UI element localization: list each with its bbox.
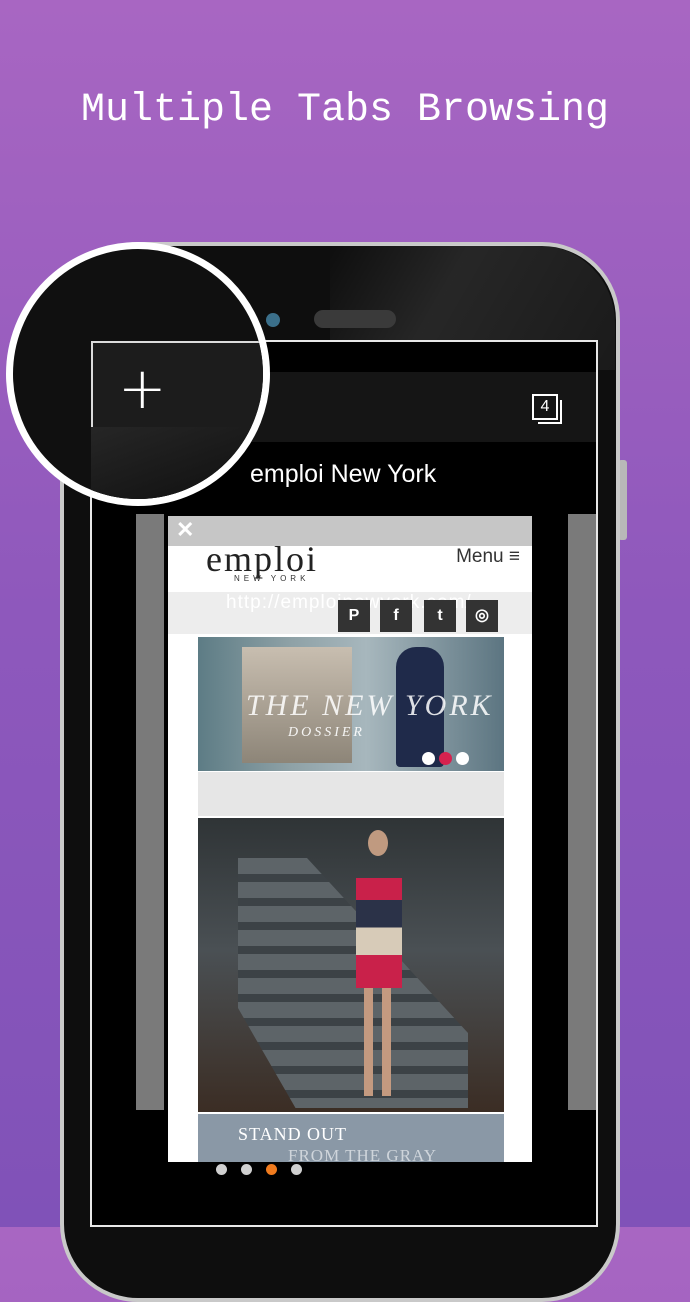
pager-dot-active[interactable] <box>266 1164 277 1175</box>
close-tab-icon[interactable]: ✕ <box>176 517 194 543</box>
content-divider <box>198 772 504 816</box>
headline: Multiple Tabs Browsing <box>80 88 610 133</box>
phone-speaker <box>314 310 396 328</box>
tab-card[interactable]: ✕ emploi NEW YORK Menu ≡ http://emploine… <box>168 516 532 1162</box>
carousel-dot[interactable] <box>456 752 469 765</box>
model-in-dress-image <box>348 830 408 1100</box>
carousel-dot-active[interactable] <box>439 752 452 765</box>
banner-line-1: STAND OUT <box>238 1124 348 1144</box>
hero-image-stairs[interactable] <box>198 818 504 1112</box>
twitter-icon[interactable]: t <box>424 600 456 632</box>
hero-title: THE NEW YORK <box>246 689 494 722</box>
prev-tab-card[interactable] <box>136 514 164 1110</box>
promo-banner[interactable]: STAND OUT FROM THE GRAY <box>198 1114 504 1162</box>
hero-image-dossier[interactable]: THE NEW YORK DOSSIER <box>198 637 504 771</box>
next-tab-card[interactable] <box>568 514 596 1110</box>
hero-subtitle: DOSSIER <box>288 725 365 740</box>
site-logo-subtitle: NEW YORK <box>234 574 310 583</box>
new-tab-plus-icon[interactable]: + <box>118 359 167 417</box>
phone-camera <box>266 313 280 327</box>
pager-dot[interactable] <box>216 1164 227 1175</box>
magnifier-callout: + <box>6 242 270 506</box>
pager-dot[interactable] <box>241 1164 252 1175</box>
banner-line-2: FROM THE GRAY <box>288 1146 438 1162</box>
facebook-icon[interactable]: f <box>380 600 412 632</box>
tab-pager <box>216 1162 316 1180</box>
carousel-dot[interactable] <box>422 752 435 765</box>
site-menu-button[interactable]: Menu ≡ <box>456 546 520 568</box>
pinterest-icon[interactable]: P <box>338 600 370 632</box>
tab-title: emploi New York <box>250 460 437 488</box>
carousel-dots <box>422 752 473 770</box>
tab-count-button[interactable]: 4 <box>532 394 562 424</box>
instagram-icon[interactable]: ◎ <box>466 600 498 632</box>
pager-dot[interactable] <box>291 1164 302 1175</box>
magnified-toolbar-shadow <box>91 427 263 499</box>
